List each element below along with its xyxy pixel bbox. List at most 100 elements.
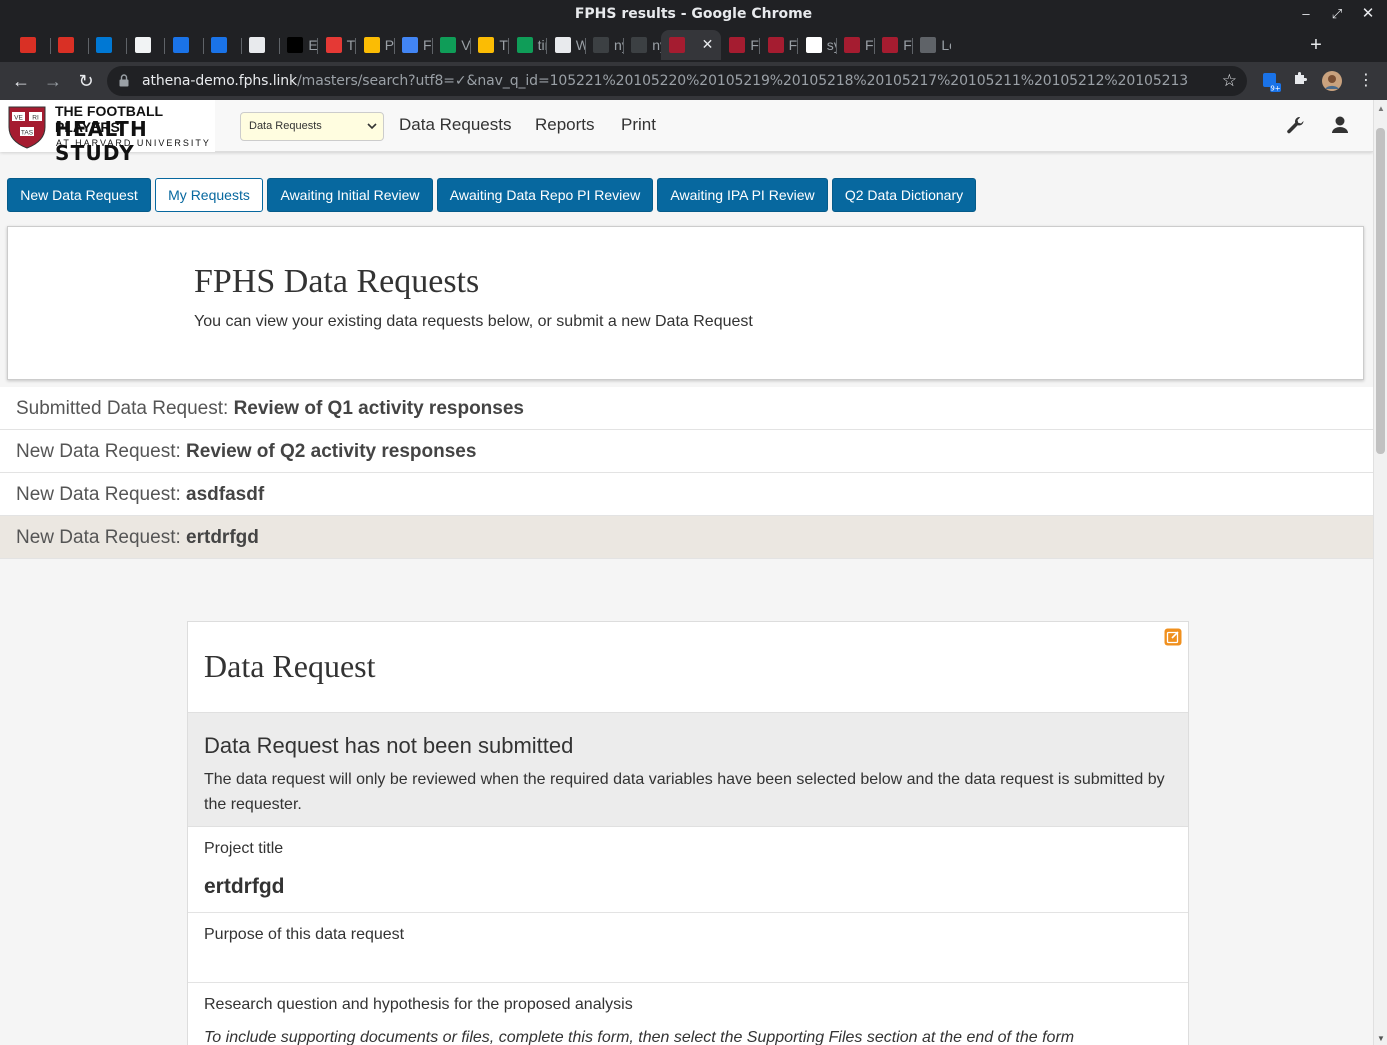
scroll-up-icon[interactable]: ▲	[1377, 104, 1385, 113]
research-question-field: Research question and hypothesis for the…	[188, 983, 1188, 1045]
browser-tab-2[interactable]	[50, 30, 88, 60]
card-title: Data Request	[204, 648, 376, 684]
browser-tab-18[interactable]: ✕	[661, 30, 722, 60]
page-scrollbar[interactable]: ▲ ▼	[1373, 100, 1387, 1045]
browser-tab-15[interactable]: We	[547, 30, 585, 60]
tab-close-icon[interactable]: ✕	[702, 36, 714, 53]
app-navbar: VE RI TAS THE FOOTBALL PLAYERS HEALTH ST…	[0, 100, 1373, 165]
book-icon	[134, 37, 151, 53]
page-viewport: VE RI TAS THE FOOTBALL PLAYERS HEALTH ST…	[0, 100, 1373, 1045]
browser-tab-1[interactable]	[12, 30, 50, 60]
nav-data-requests[interactable]: Data Requests	[399, 115, 511, 135]
app-section-select[interactable]: Data Requests	[240, 112, 384, 141]
research-note: To include supporting documents or files…	[204, 1029, 1075, 1045]
browser-tab-23[interactable]: FPI	[874, 30, 912, 60]
gmail-icon	[20, 37, 36, 53]
browser-tab-10[interactable]: PIT	[356, 30, 394, 60]
extension-badge: 9+	[1270, 85, 1280, 93]
purpose-label: Purpose of this data request	[204, 926, 405, 943]
intro-panel: FPHS Data Requests You can view your exi…	[7, 226, 1364, 380]
browser-tab-7[interactable]	[241, 30, 279, 60]
harvard-icon	[767, 37, 784, 53]
browser-tab-4[interactable]	[127, 30, 165, 60]
docs-icon	[402, 37, 418, 53]
edit-icon[interactable]	[1164, 628, 1182, 646]
browser-tab-label: Lor	[941, 37, 950, 53]
browser-tab-5[interactable]	[165, 30, 203, 60]
harvard-icon	[669, 37, 686, 53]
chevron-down-icon	[367, 123, 377, 130]
wrench-icon[interactable]	[1284, 114, 1306, 136]
back-icon[interactable]: ←	[10, 70, 32, 92]
my-requests-button[interactable]: My Requests	[155, 178, 263, 212]
extensions-puzzle-icon[interactable]	[1290, 70, 1312, 92]
browser-tab-17[interactable]: nyt	[623, 30, 661, 60]
harvard-icon	[882, 37, 899, 53]
browser-tab-19[interactable]: FPI	[721, 30, 760, 60]
awaiting-data-repo-pi-review-button[interactable]: Awaiting Data Repo PI Review	[437, 178, 653, 212]
data-request-card: Data Request Data Request has not been s…	[187, 621, 1189, 1045]
restore-icon[interactable]: ⤢	[1327, 4, 1347, 24]
request-item-4-selected[interactable]: New Data Request: ertdrfgd	[0, 516, 1373, 559]
browser-tab-24[interactable]: Lor	[912, 30, 951, 60]
forward-icon[interactable]: →	[42, 70, 64, 92]
calendar-icon	[172, 37, 189, 53]
calendar-icon	[211, 37, 227, 53]
new-tab-button[interactable]: +	[1306, 34, 1326, 57]
scrollbar-thumb[interactable]	[1376, 128, 1385, 454]
address-bar[interactable]: athena-demo.fphs.link/masters/search?utf…	[107, 66, 1247, 96]
browser-tab-6[interactable]	[203, 30, 241, 60]
awaiting-ipa-pi-review-button[interactable]: Awaiting IPA PI Review	[657, 178, 828, 212]
browser-tab-22[interactable]: FPI	[836, 30, 874, 60]
request-list: Submitted Data Request: Review of Q1 act…	[0, 387, 1373, 559]
profile-avatar[interactable]	[1321, 70, 1343, 92]
minimize-button[interactable]: –	[1296, 4, 1316, 24]
bookmark-star-icon[interactable]: ☆	[1222, 71, 1237, 91]
nav-print[interactable]: Print	[621, 115, 656, 135]
page-icon	[920, 37, 937, 53]
slack-icon	[249, 37, 266, 53]
window-titlebar: FPHS results - Google Chrome – ⤢ ✕	[0, 0, 1387, 28]
outlook-icon	[96, 37, 113, 53]
chrome-menu-icon[interactable]: ⋮	[1355, 70, 1377, 92]
drive-icon	[478, 37, 495, 53]
user-icon[interactable]	[1329, 114, 1351, 136]
scroll-down-icon[interactable]: ▼	[1377, 1034, 1385, 1043]
request-item-1[interactable]: Submitted Data Request: Review of Q1 act…	[0, 387, 1373, 430]
browser-tab-16[interactable]: nyt	[585, 30, 623, 60]
page-title: FPHS Data Requests	[194, 263, 480, 300]
new-data-request-button[interactable]: New Data Request	[7, 178, 151, 212]
browser-tab-8[interactable]: Eth	[279, 30, 318, 60]
request-item-3[interactable]: New Data Request: asdfasdf	[0, 473, 1373, 516]
notice-text: The data request will only be reviewed w…	[204, 771, 1165, 813]
awaiting-initial-review-button[interactable]: Awaiting Initial Review	[267, 178, 433, 212]
browser-toolbar: ← → ↻ athena-demo.fphs.link/masters/sear…	[0, 62, 1387, 100]
reload-icon[interactable]: ↻	[75, 70, 97, 92]
browser-tab-21[interactable]: syn	[798, 30, 836, 60]
window-title: FPHS results - Google Chrome	[574, 6, 813, 22]
lock-icon	[119, 74, 129, 87]
url-host: athena-demo.fphs.link	[142, 73, 298, 89]
nyt-icon	[554, 37, 571, 53]
nav-reports[interactable]: Reports	[535, 115, 595, 135]
browser-tab-13[interactable]: Tin	[470, 30, 509, 60]
browser-tab-11[interactable]: FPI	[394, 30, 432, 60]
fphs-logo[interactable]: VE RI TAS THE FOOTBALL PLAYERS HEALTH ST…	[0, 100, 215, 165]
window-close-button[interactable]: ✕	[1358, 4, 1378, 24]
browser-tab-14[interactable]: tim	[509, 30, 547, 60]
browser-tab-label: nyt	[652, 37, 661, 53]
svg-text:RI: RI	[32, 115, 39, 122]
browser-tab-12[interactable]: VN	[432, 30, 470, 60]
q2-data-dictionary-button[interactable]: Q2 Data Dictionary	[832, 178, 976, 212]
browser-tab-3[interactable]	[88, 30, 126, 60]
request-item-2[interactable]: New Data Request: Review of Q2 activity …	[0, 430, 1373, 473]
github-icon	[631, 37, 648, 53]
harvard-shield-icon: VE RI TAS	[8, 106, 46, 149]
extension-shield-icon[interactable]: 9+	[1260, 70, 1282, 93]
project-title-value: ertdrfgd	[204, 875, 285, 898]
browser-tab-20[interactable]: FPI	[760, 30, 798, 60]
harvard-icon	[844, 37, 860, 53]
logo-line-3: AT HARVARD UNIVERSITY	[56, 138, 211, 148]
browser-tab-9[interactable]: The	[318, 30, 356, 60]
svg-text:VE: VE	[14, 115, 23, 122]
